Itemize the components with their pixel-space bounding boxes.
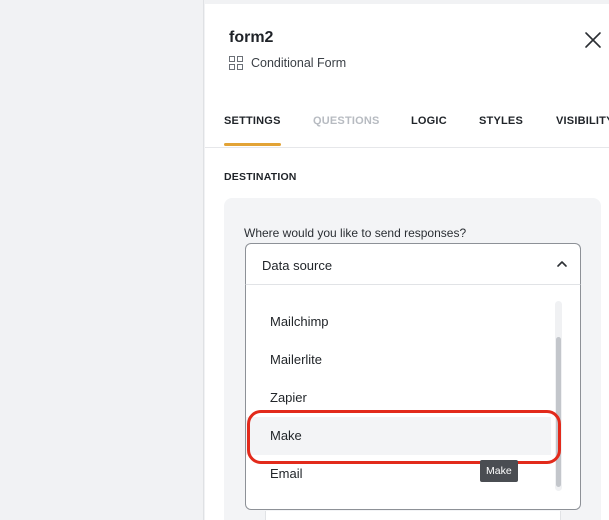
dropdown-selected-value: Data source [262, 258, 333, 273]
active-tab-indicator [224, 143, 281, 146]
section-title-destination: DESTINATION [224, 171, 297, 183]
form-settings-panel: form2 Conditional Form SETTINGS QUESTION… [205, 4, 609, 520]
option-make[interactable]: Make [246, 417, 551, 455]
option-mailchimp[interactable]: Mailchimp [246, 303, 551, 341]
close-button[interactable] [581, 28, 605, 52]
underlying-field-edge [265, 511, 561, 520]
destination-question: Where would you like to send responses? [244, 226, 467, 240]
grid-icon [229, 56, 243, 70]
form-title: form2 [229, 29, 274, 46]
settings-tabs: SETTINGS QUESTIONS LOGIC STYLES VISIBILI… [205, 104, 609, 148]
option-label: Mailchimp [270, 314, 329, 329]
data-source-dropdown[interactable]: Data source [245, 243, 581, 284]
tab-logic[interactable]: LOGIC [411, 115, 447, 127]
close-icon [585, 32, 601, 48]
option-mailerlite[interactable]: Mailerlite [246, 341, 551, 379]
option-label: Mailerlite [270, 352, 323, 367]
menu-scrollbar-thumb[interactable] [556, 337, 561, 487]
option-label: Make [270, 428, 302, 443]
option-label: Zapier [270, 390, 307, 405]
tab-settings[interactable]: SETTINGS [224, 115, 281, 127]
form-type-label: Conditional Form [251, 56, 347, 70]
option-label: Email [270, 466, 303, 481]
option-tooltip: Make [480, 460, 518, 482]
tab-questions[interactable]: QUESTIONS [313, 115, 380, 127]
tab-visibility[interactable]: VISIBILITY [556, 115, 609, 127]
workspace-background [0, 0, 204, 520]
form-type-row: Conditional Form [229, 56, 346, 70]
chevron-up-icon [557, 261, 567, 267]
option-zapier[interactable]: Zapier [246, 379, 551, 417]
tab-styles[interactable]: STYLES [479, 115, 523, 127]
data-source-menu: Mailchimp Mailerlite Zapier Make Email [245, 284, 581, 510]
